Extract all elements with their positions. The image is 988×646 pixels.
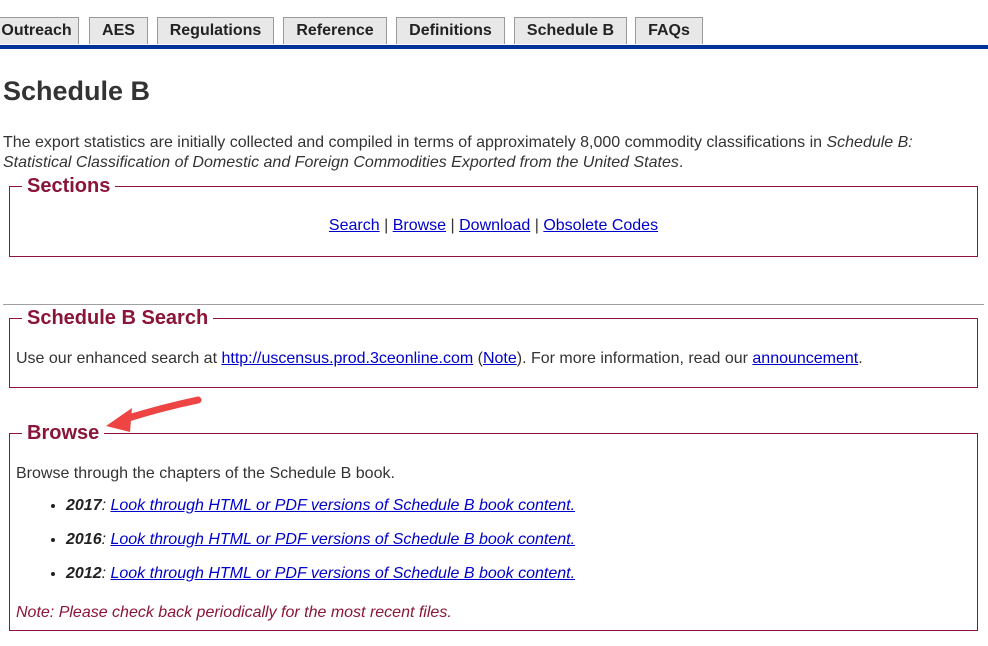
page-title: Schedule B xyxy=(3,76,151,106)
download-link[interactable]: Download xyxy=(459,217,530,234)
tab-definitions[interactable]: Definitions xyxy=(396,17,505,44)
tab-underline xyxy=(0,45,988,49)
period: . xyxy=(858,350,863,367)
search-text: Use our enhanced search at xyxy=(16,350,222,367)
browse-note: Note: Please check back periodically for… xyxy=(16,604,452,621)
tab-regulations[interactable]: Regulations xyxy=(157,17,274,44)
browse-box: Browse Browse through the chapters of th… xyxy=(9,421,978,631)
divider xyxy=(3,304,984,305)
separator: | xyxy=(384,217,389,234)
search-text-2: ). For more information, read our xyxy=(516,350,753,367)
sections-legend: Sections xyxy=(22,174,116,198)
book-2017-link[interactable]: Look through HTML or PDF versions of Sch… xyxy=(110,497,575,514)
book-2016-link[interactable]: Look through HTML or PDF versions of Sch… xyxy=(110,531,575,548)
list-item: 2017: Look through HTML or PDF versions … xyxy=(66,496,575,530)
year-label: 2017 xyxy=(66,497,102,514)
schedule-b-search-box: Schedule B Search Use our enhanced searc… xyxy=(9,306,978,388)
browse-year-list: 2017: Look through HTML or PDF versions … xyxy=(50,496,575,598)
browse-link[interactable]: Browse xyxy=(393,217,446,234)
year-label: 2012 xyxy=(66,565,102,582)
browse-description: Browse through the chapters of the Sched… xyxy=(16,465,395,482)
tab-bar: Outreach AES Regulations Reference Defin… xyxy=(0,0,988,50)
tab-faqs[interactable]: FAQs xyxy=(635,17,703,44)
paren-open: ( xyxy=(473,350,483,367)
list-item: 2012: Look through HTML or PDF versions … xyxy=(66,564,575,598)
separator: | xyxy=(450,217,455,234)
list-item: 2016: Look through HTML or PDF versions … xyxy=(66,530,575,564)
search-link[interactable]: Search xyxy=(329,217,380,234)
3ce-online-link[interactable]: http://uscensus.prod.3ceonline.com xyxy=(221,350,473,367)
separator: | xyxy=(534,217,539,234)
search-legend: Schedule B Search xyxy=(22,306,214,330)
sections-links: Search | Browse | Download | Obsolete Co… xyxy=(10,217,977,235)
search-paragraph: Use our enhanced search at http://uscens… xyxy=(16,350,863,368)
sections-box: Sections Search | Browse | Download | Ob… xyxy=(9,174,978,257)
annotation-arrow-icon xyxy=(106,396,202,432)
tab-reference[interactable]: Reference xyxy=(283,17,387,44)
tab-schedule-b[interactable]: Schedule B xyxy=(514,17,627,44)
intro-end: . xyxy=(678,154,684,171)
note-link[interactable]: Note xyxy=(483,350,517,367)
year-label: 2016 xyxy=(66,531,102,548)
obsolete-codes-link[interactable]: Obsolete Codes xyxy=(543,217,658,234)
tab-outreach[interactable]: Outreach xyxy=(0,17,79,44)
intro-paragraph: The export statistics are initially coll… xyxy=(3,133,963,173)
browse-legend: Browse xyxy=(22,421,105,445)
tab-aes[interactable]: AES xyxy=(89,17,148,44)
announcement-link[interactable]: announcement xyxy=(752,350,858,367)
book-2012-link[interactable]: Look through HTML or PDF versions of Sch… xyxy=(110,565,575,582)
intro-text: The export statistics are initially coll… xyxy=(3,134,827,151)
